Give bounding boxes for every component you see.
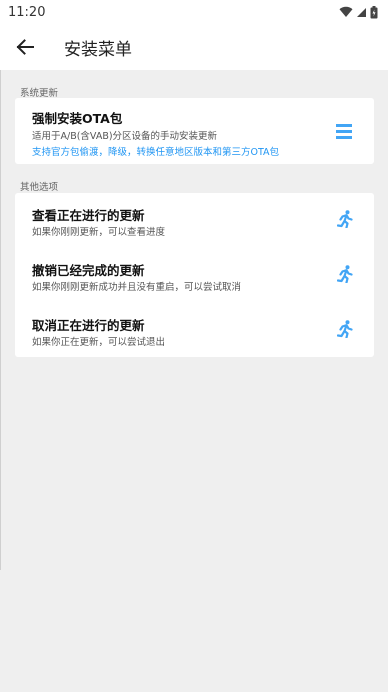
wifi-icon xyxy=(339,6,353,18)
revert-completed-update-item[interactable]: 撤销已经完成的更新 如果你刚刚更新成功并且没有重启，可以尝试取消 xyxy=(15,248,374,303)
force-install-ota-note: 支持官方包偷渡，降级，转换任意地区版本和第三方OTA包 xyxy=(32,147,280,158)
system-update-card: 强制安装OTA包 适用于A/B(含VAB)分区设备的手动安装更新 支持官方包偷渡… xyxy=(15,98,374,164)
force-install-ota-subtitle: 适用于A/B(含VAB)分区设备的手动安装更新 xyxy=(32,131,218,142)
running-person-icon xyxy=(336,265,354,283)
force-install-ota-item[interactable]: 强制安装OTA包 适用于A/B(含VAB)分区设备的手动安装更新 支持官方包偷渡… xyxy=(15,98,374,164)
signal-icon xyxy=(357,8,366,17)
view-ongoing-update-title: 查看正在进行的更新 xyxy=(32,208,145,223)
other-options-card: 查看正在进行的更新 如果你刚刚更新，可以查看进度 撤销已经完成的更新 如果你刚刚… xyxy=(15,193,374,357)
status-icons xyxy=(339,5,378,19)
app-bar: 安装菜单 xyxy=(0,24,388,70)
view-ongoing-update-item[interactable]: 查看正在进行的更新 如果你刚刚更新，可以查看进度 xyxy=(15,193,374,248)
cancel-ongoing-update-item[interactable]: 取消正在进行的更新 如果你正在更新，可以尝试退出 xyxy=(15,303,374,357)
status-bar: 11:20 xyxy=(0,0,388,24)
battery-icon xyxy=(370,5,378,18)
cancel-ongoing-update-title: 取消正在进行的更新 xyxy=(32,318,145,333)
list-menu-icon[interactable] xyxy=(335,122,353,140)
back-button[interactable] xyxy=(1,24,49,70)
running-person-icon xyxy=(336,210,354,228)
left-edge-line xyxy=(0,70,1,570)
arrow-left-icon xyxy=(16,39,34,55)
section-label-other-options: 其他选项 xyxy=(20,182,59,193)
page-title: 安装菜单 xyxy=(64,39,132,60)
revert-completed-update-subtitle: 如果你刚刚更新成功并且没有重启，可以尝试取消 xyxy=(32,282,242,293)
running-person-icon xyxy=(336,320,354,338)
status-time: 11:20 xyxy=(8,4,46,20)
force-install-ota-title: 强制安装OTA包 xyxy=(32,111,123,126)
view-ongoing-update-subtitle: 如果你刚刚更新，可以查看进度 xyxy=(32,227,166,238)
revert-completed-update-title: 撤销已经完成的更新 xyxy=(32,263,145,278)
section-label-system-update: 系统更新 xyxy=(20,88,59,99)
cancel-ongoing-update-subtitle: 如果你正在更新，可以尝试退出 xyxy=(32,337,166,348)
